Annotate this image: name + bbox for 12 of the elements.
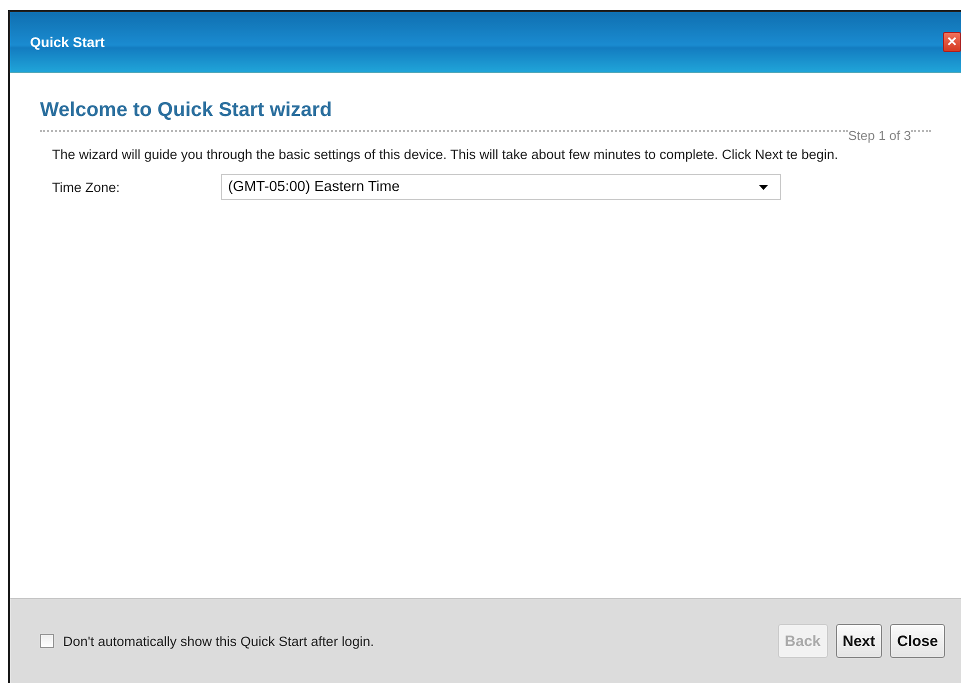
window-title: Quick Start <box>29 34 105 50</box>
close-button[interactable]: ✕ <box>943 32 961 52</box>
field-label: Time Zone: <box>52 180 121 194</box>
checkbox[interactable] <box>40 634 54 648</box>
next-button[interactable]: Next <box>836 624 882 658</box>
checkbox-label: Don't automatically show this Quick Start after login. <box>63 634 374 648</box>
wizard-heading: Welcome to Quick Start wizard <box>40 99 333 122</box>
caret-icon <box>759 184 768 190</box>
step-indicator: Step 1 of 3 <box>848 129 911 142</box>
close-button[interactable]: Close <box>890 624 945 658</box>
intro-text: The wizard will guide you through the basic settings of this device. This will take about few minutes to complete. Click Next te begin. <box>52 146 840 164</box>
time-zone-dropdown[interactable]: (GMT-05:00) Eastern Time <box>221 174 781 200</box>
